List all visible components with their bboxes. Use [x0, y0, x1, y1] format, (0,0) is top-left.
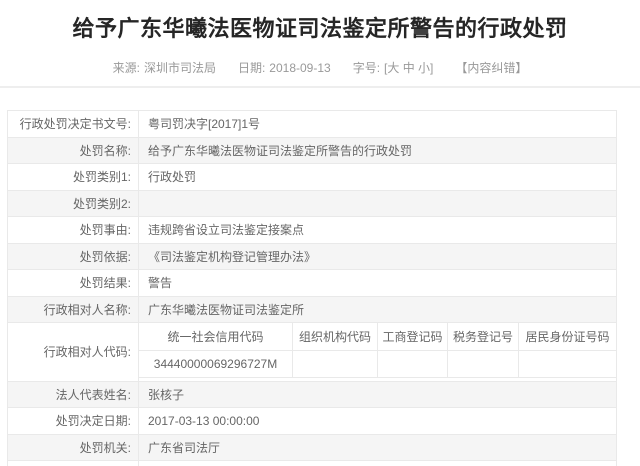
page-title: 给予广东华曦法医物证司法鉴定所警告的行政处罚: [72, 16, 568, 41]
row-label: 处罚名称:: [8, 137, 139, 163]
meta-date-label: 日期:: [237, 61, 266, 75]
code-col-header: 居民身份证号码: [519, 323, 616, 351]
font-size-label: 字号:: [352, 61, 381, 75]
table-row-penalty-name: 处罚名称: 给予广东华曦法医物证司法鉴定所警告的行政处罚: [8, 137, 616, 164]
row-label: [8, 461, 139, 466]
row-label: 处罚事由:: [8, 217, 139, 243]
row-value: 违规跨省设立司法鉴定接案点: [148, 223, 305, 238]
row-label: 行政相对人代码:: [8, 323, 139, 381]
row-value: 2017-03-13 00:00:00: [148, 413, 260, 428]
row-label: 处罚类别1:: [8, 164, 139, 190]
content-correction-link[interactable]: 【内容纠错】: [455, 59, 527, 76]
meta-source-label: 来源:: [112, 61, 140, 75]
row-label: 处罚结果:: [8, 270, 139, 296]
table-row-clipped: [8, 461, 616, 466]
table-row-penalty-result: 处罚结果: 警告: [8, 270, 616, 297]
table-row-penalty-authority: 处罚机关: 广东省司法厅: [8, 434, 616, 461]
table-row-category-2: 处罚类别2:: [8, 190, 616, 217]
code-col-header: 组织机构代码: [293, 323, 378, 351]
table-row-party-codes: 行政相对人代码: 统一社会信用代码 组织机构代码 工商登记码 税务登记号 居民身…: [8, 323, 616, 382]
row-label: 处罚决定日期:: [8, 408, 139, 434]
code-subtable-header-row: 统一社会信用代码 组织机构代码 工商登记码 税务登记号 居民身份证号码: [139, 323, 616, 351]
row-label: 法人代表姓名:: [8, 381, 139, 407]
row-label: 处罚依据:: [8, 243, 139, 269]
font-size-controls[interactable]: [大 中 小]: [384, 59, 433, 76]
code-col-header: 工商登记码: [378, 323, 448, 351]
meta-source: 来源: 深圳市司法局: [113, 59, 216, 76]
code-value-tax-reg: [448, 351, 519, 377]
row-value: [139, 191, 616, 217]
table-row-legal-representative: 法人代表姓名: 张核子: [8, 381, 616, 408]
row-value: 粤司罚决字[2017]1号: [148, 117, 261, 132]
table-row-decision-number: 行政处罚决定书文号: 粤司罚决字[2017]1号: [8, 111, 616, 138]
row-label: 处罚类别2:: [8, 190, 139, 216]
code-subtable-wrap: 统一社会信用代码 组织机构代码 工商登记码 税务登记号 居民身份证号码 3444…: [139, 323, 616, 381]
row-value: 行政处罚: [148, 170, 197, 185]
row-value: 广东华曦法医物证司法鉴定所: [148, 302, 305, 317]
table-row-penalty-reason: 处罚事由: 违规跨省设立司法鉴定接案点: [8, 217, 616, 244]
code-value-id-number: [519, 351, 616, 377]
header-divider: [0, 86, 640, 88]
penalty-detail-page: 给予广东华曦法医物证司法鉴定所警告的行政处罚 来源: 深圳市司法局 日期: 20…: [0, 0, 640, 466]
code-value-credit-code: 34440000069296727M: [139, 351, 293, 377]
meta-date-value: 2018-09-13: [269, 60, 331, 75]
table-row-decision-date: 处罚决定日期: 2017-03-13 00:00:00: [8, 408, 616, 435]
row-value: 给予广东华曦法医物证司法鉴定所警告的行政处罚: [148, 143, 413, 158]
code-col-header: 税务登记号: [448, 323, 519, 351]
code-value-org-code: [293, 351, 378, 377]
meta-source-value: 深圳市司法局: [143, 61, 216, 75]
row-value: 张核子: [148, 387, 185, 402]
table-row-party-name: 行政相对人名称: 广东华曦法医物证司法鉴定所: [8, 296, 616, 323]
table-row-category-1: 处罚类别1: 行政处罚: [8, 164, 616, 191]
code-subtable-value-row: 34440000069296727M: [139, 351, 616, 378]
row-value: 《司法鉴定机构登记管理办法》: [148, 249, 317, 264]
row-label: 行政相对人名称:: [8, 296, 139, 322]
row-value: 广东省司法厅: [148, 440, 221, 455]
row-label: 处罚机关:: [8, 434, 139, 460]
row-value: 警告: [148, 276, 173, 291]
row-value: [139, 461, 616, 466]
meta-font-size: 字号: [大 中 小]: [353, 59, 434, 76]
code-subtable: 统一社会信用代码 组织机构代码 工商登记码 税务登记号 居民身份证号码 3444…: [139, 323, 616, 378]
meta-date: 日期: 2018-09-13: [238, 59, 331, 76]
penalty-table: 行政处罚决定书文号: 粤司罚决字[2017]1号 处罚名称: 给予广东华曦法医物…: [7, 110, 617, 466]
code-value-business-reg: [378, 351, 448, 377]
row-label: 行政处罚决定书文号:: [8, 111, 139, 137]
table-row-penalty-basis: 处罚依据: 《司法鉴定机构登记管理办法》: [8, 243, 616, 270]
code-col-header: 统一社会信用代码: [139, 323, 293, 351]
meta-bar: 来源: 深圳市司法局 日期: 2018-09-13 字号: [大 中 小] 【内…: [0, 59, 640, 76]
